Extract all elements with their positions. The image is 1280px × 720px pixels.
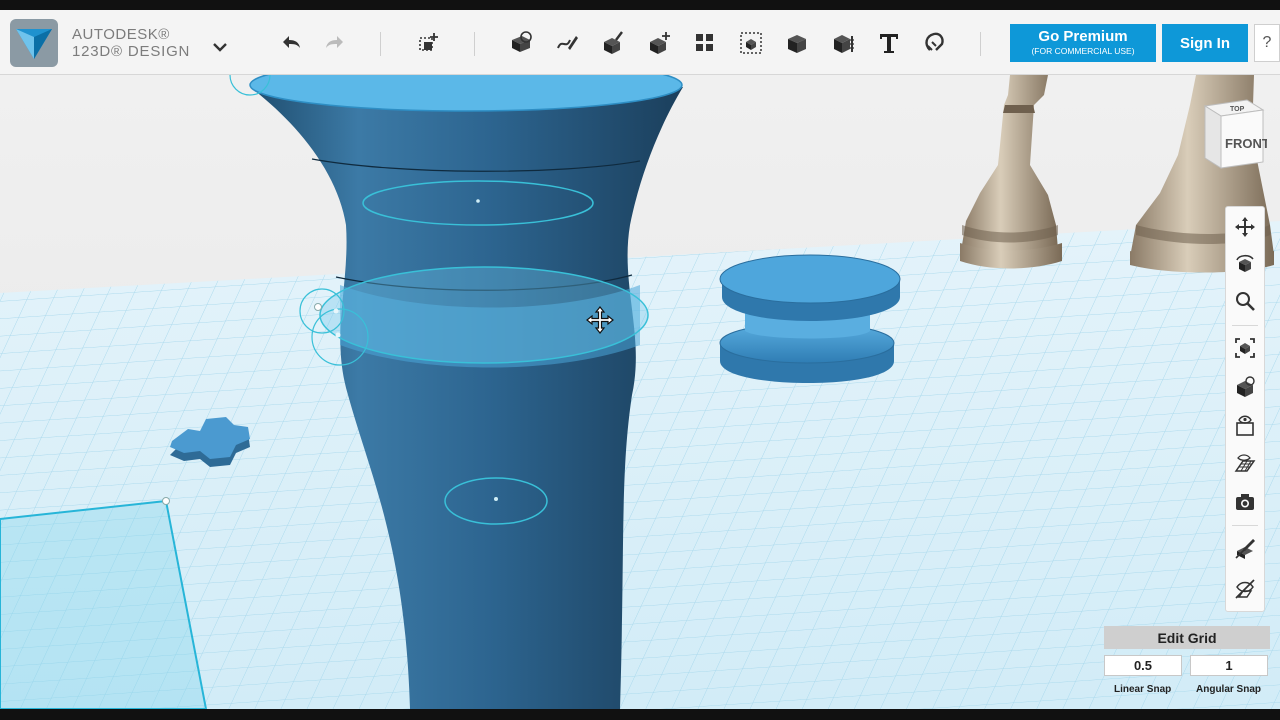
view-cube-side-face (1204, 105, 1222, 169)
pattern-icon[interactable] (690, 28, 720, 58)
edit-grid-button[interactable]: Edit Grid (1104, 626, 1270, 649)
transform-icon[interactable] (414, 28, 444, 58)
redo-icon[interactable] (320, 28, 350, 58)
app-logo-icon[interactable] (10, 19, 58, 67)
zoom-icon[interactable] (1231, 287, 1259, 315)
angular-snap-label: Angular Snap (1196, 684, 1262, 695)
pan-icon[interactable] (1231, 213, 1259, 241)
orbit-icon[interactable] (1231, 250, 1259, 278)
sign-in-button[interactable]: Sign In (1162, 24, 1248, 62)
group-icon[interactable] (736, 28, 766, 58)
brand-autodesk: AUTODESK® (72, 26, 170, 43)
toolbar-separator (980, 32, 981, 56)
hide-sketch-icon[interactable] (1231, 535, 1259, 563)
help-button[interactable]: ? (1254, 24, 1280, 62)
main-toolbar: AUTODESK® 123D® DESIGN Go Premium (FOR C… (0, 10, 1280, 75)
snap-icon[interactable] (920, 28, 950, 58)
app-menu-chevron-down-icon[interactable] (208, 36, 232, 58)
linear-snap-label: Linear Snap (1114, 684, 1172, 695)
undo-icon[interactable] (276, 28, 306, 58)
visibility-icon[interactable] (1231, 411, 1259, 439)
window-bottom-border (0, 709, 1280, 720)
sidebar-separator (1232, 525, 1258, 526)
toolbar-separator (474, 32, 475, 56)
modify-icon[interactable] (644, 28, 674, 58)
go-premium-sublabel: (FOR COMMERCIAL USE) (1031, 46, 1135, 56)
toolbar-separator (380, 32, 381, 56)
measure-icon[interactable] (828, 28, 858, 58)
combine-icon[interactable] (782, 28, 812, 58)
hide-mesh-icon[interactable] (1231, 575, 1259, 603)
edit-grid-panel: Edit Grid 0.5 1 Linear Snap Angular Snap (1104, 626, 1270, 700)
viewport-3d[interactable] (0, 75, 1280, 709)
fit-icon[interactable] (1231, 334, 1259, 362)
sketch-plane-vertex (162, 497, 170, 505)
screenshot-icon[interactable] (1231, 488, 1259, 516)
text-icon[interactable] (874, 28, 904, 58)
app-window: TOP FRONT AUTODESK® 123D® DESIGN Go Prem… (0, 0, 1280, 720)
go-premium-label: Go Premium (1038, 28, 1128, 45)
sketch-icon[interactable] (552, 28, 582, 58)
primitives-icon[interactable] (506, 28, 536, 58)
construct-icon[interactable] (598, 28, 628, 58)
material-icon[interactable] (1231, 449, 1259, 477)
brand-product: 123D® DESIGN (72, 43, 191, 60)
go-premium-button[interactable]: Go Premium (FOR COMMERCIAL USE) (1010, 24, 1156, 62)
view-cube[interactable]: TOP FRONT (1197, 96, 1270, 176)
view-mode-icon[interactable] (1231, 373, 1259, 401)
view-cube-top-label: TOP (1230, 106, 1245, 113)
angular-snap-input[interactable]: 1 (1190, 655, 1268, 676)
scene-canvas[interactable] (0, 75, 1280, 709)
sidebar-separator (1232, 325, 1258, 326)
window-top-border (0, 0, 1280, 10)
view-cube-front-label: FRONT (1225, 136, 1267, 151)
linear-snap-input[interactable]: 0.5 (1104, 655, 1182, 676)
navigation-sidebar (1225, 206, 1265, 612)
